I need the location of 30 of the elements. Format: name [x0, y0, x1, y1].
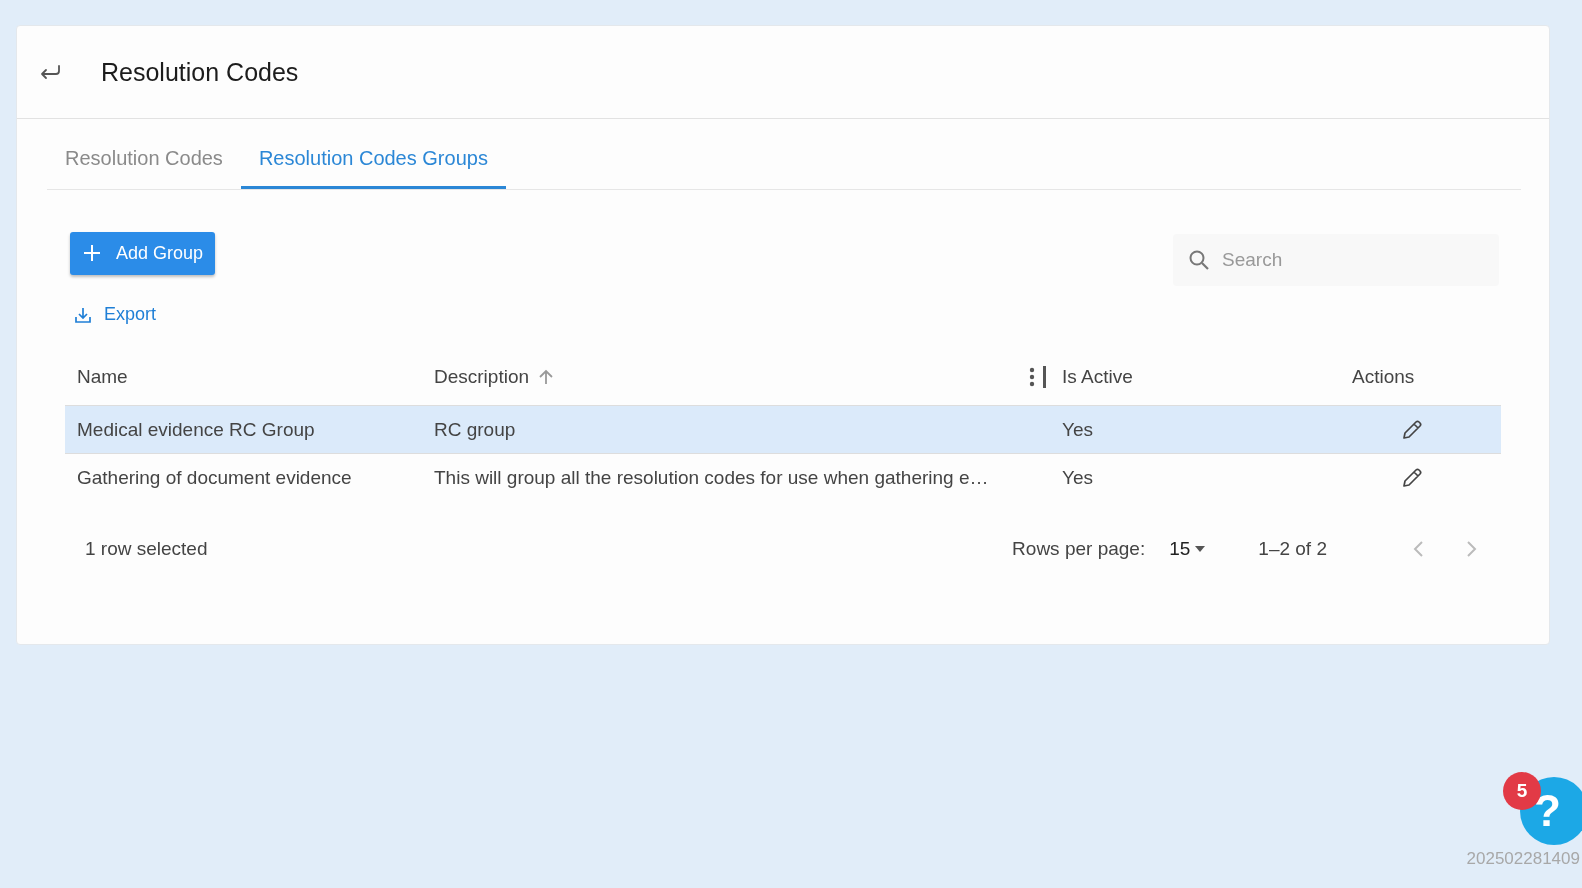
- table-row[interactable]: Gathering of document evidence This will group all the resolution codes for use when gathering e… Yes: [65, 453, 1501, 501]
- column-header[interactable]: Name: [77, 366, 128, 388]
- plus-icon: [82, 243, 102, 263]
- column-header[interactable]: Is Active: [1062, 366, 1133, 388]
- column-header[interactable]: Actions: [1352, 366, 1415, 388]
- rows-per-page-select[interactable]: 15: [1163, 537, 1213, 561]
- tab[interactable]: Resolution Codes Groups: [240, 129, 506, 189]
- table-row[interactable]: Medical evidence RC Group RC group Yes: [65, 405, 1501, 453]
- table-cell: Yes: [1062, 466, 1093, 489]
- rows-per-page-label: Rows per page:: [1012, 538, 1146, 560]
- page-title: Resolution Codes: [101, 57, 299, 87]
- caret-icon: [1194, 545, 1207, 553]
- column-resize-handle[interactable]: [1043, 366, 1046, 388]
- search-icon: [1188, 249, 1210, 271]
- selection-count: 1 row selected: [85, 538, 208, 560]
- version-number: 202502281409: [1466, 849, 1580, 869]
- pencil-icon[interactable]: [1400, 417, 1424, 442]
- back-icon[interactable]: [39, 64, 61, 80]
- download-icon: [74, 305, 92, 324]
- column-menu-icon[interactable]: [1029, 367, 1035, 387]
- page-range: 1–2 of 2: [1258, 538, 1327, 560]
- table-cell: RC group: [434, 418, 516, 441]
- search-field[interactable]: Search: [1173, 234, 1499, 286]
- table-cell: Gathering of document evidence: [77, 466, 352, 489]
- column-header[interactable]: Description: [434, 366, 530, 388]
- pencil-icon[interactable]: [1400, 465, 1424, 490]
- table-cell: Yes: [1062, 418, 1093, 441]
- table-cell: Medical evidence RC Group: [77, 418, 315, 441]
- table-cell: This will group all the resolution codes for use when gathering e…: [434, 466, 989, 489]
- export-button[interactable]: Export: [74, 300, 157, 329]
